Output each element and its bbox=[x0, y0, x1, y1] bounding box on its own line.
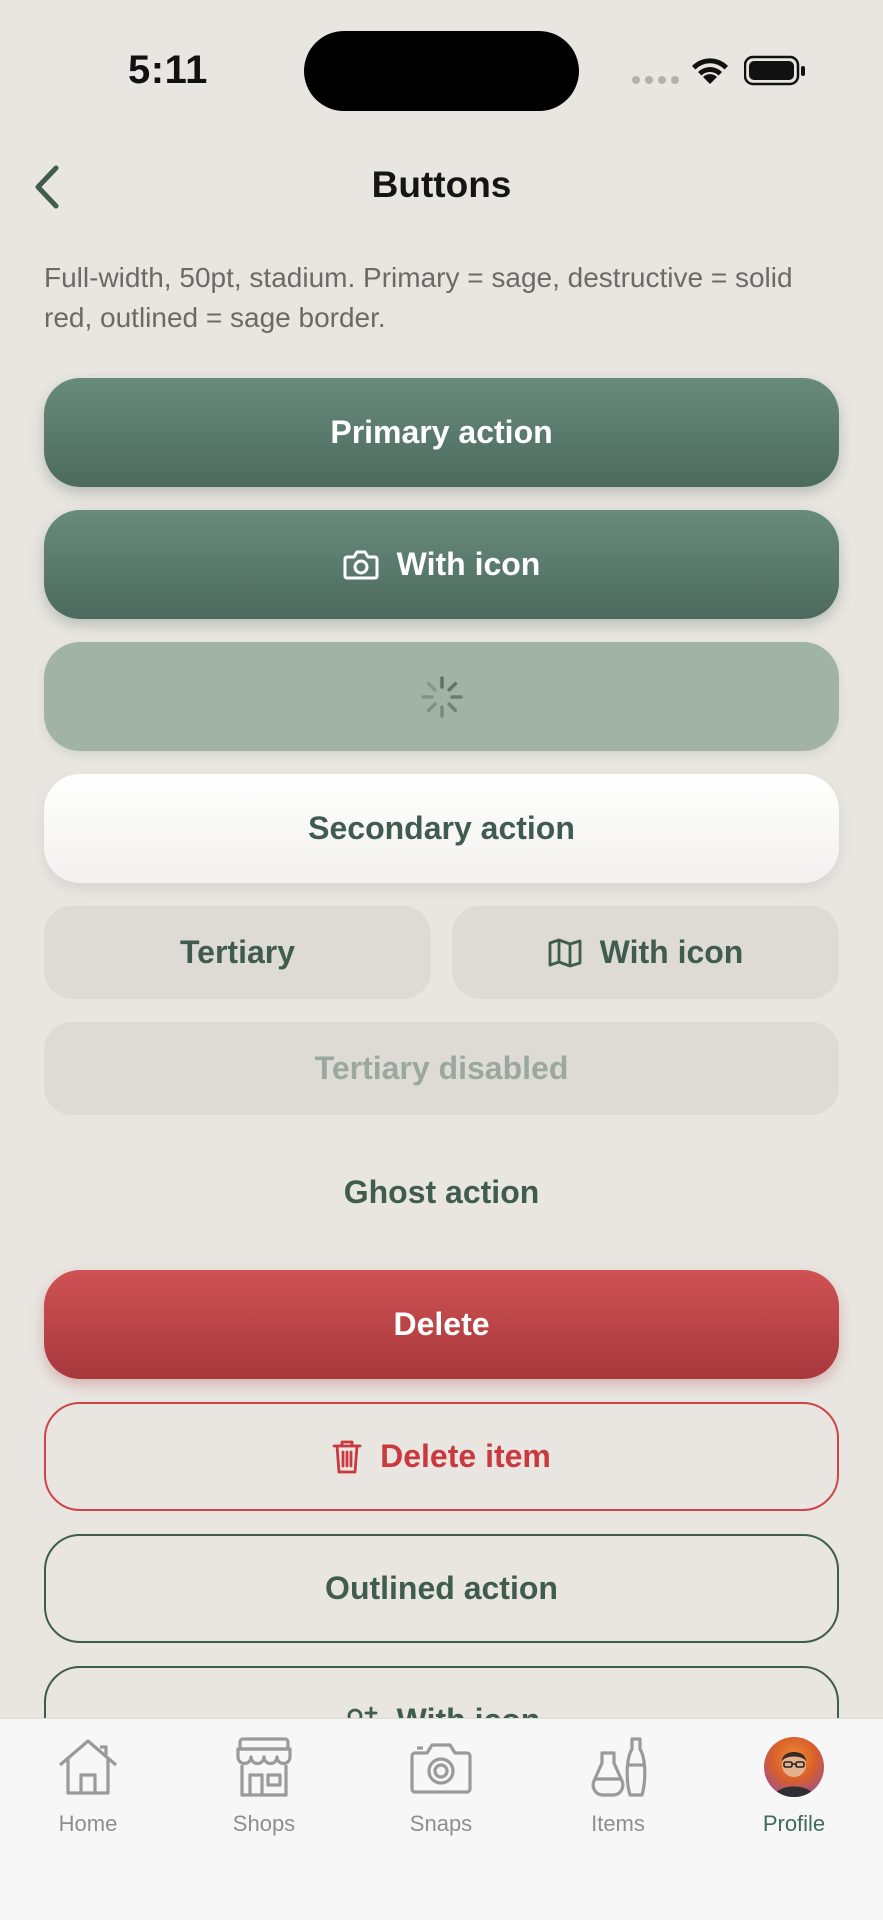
button-label: Delete bbox=[393, 1306, 490, 1342]
navigation-bar: Buttons bbox=[0, 140, 883, 230]
outlined-with-icon-button[interactable]: With icon bbox=[44, 1666, 839, 1718]
delete-button[interactable]: Delete bbox=[44, 1270, 839, 1379]
trash-icon bbox=[332, 1440, 362, 1473]
map-icon bbox=[548, 938, 582, 967]
tab-label: Profile bbox=[762, 1811, 826, 1836]
delete-item-button[interactable]: Delete item bbox=[44, 1402, 839, 1511]
tab-label: Snaps bbox=[409, 1811, 473, 1836]
button-label: Tertiary bbox=[179, 934, 295, 970]
secondary-action-button[interactable]: Secondary action bbox=[44, 774, 839, 883]
button-label: With icon bbox=[396, 546, 541, 582]
button-label: Ghost action bbox=[343, 1174, 540, 1210]
tab-snaps[interactable]: Snaps bbox=[366, 1731, 516, 1861]
description-text: Full-width, 50pt, stadium. Primary = sag… bbox=[44, 262, 793, 333]
tab-label: Items bbox=[591, 1811, 645, 1836]
camera-icon bbox=[343, 550, 379, 579]
button-label: Outlined action bbox=[325, 1570, 558, 1606]
tab-bar: Home Shops Snaps Items Profile bbox=[0, 1718, 883, 1920]
loading-button bbox=[44, 642, 839, 751]
tab-label: Shops bbox=[232, 1811, 296, 1836]
tab-home[interactable]: Home bbox=[13, 1731, 163, 1861]
primary-with-icon-button[interactable]: With icon bbox=[44, 510, 839, 619]
tertiary-disabled-button: Tertiary disabled bbox=[44, 1022, 839, 1115]
tab-profile[interactable]: Profile bbox=[719, 1731, 869, 1861]
button-label: With icon bbox=[397, 1702, 541, 1718]
button-label: Tertiary disabled bbox=[314, 1050, 569, 1086]
button-label: Primary action bbox=[330, 414, 553, 450]
tab-label: Home bbox=[58, 1811, 118, 1836]
camera-icon bbox=[410, 1743, 472, 1794]
ghost-action-button[interactable]: Ghost action bbox=[44, 1138, 839, 1247]
house-icon bbox=[58, 1739, 118, 1795]
avatar bbox=[764, 1737, 824, 1797]
button-label: Secondary action bbox=[308, 810, 575, 846]
primary-action-button[interactable]: Primary action bbox=[44, 378, 839, 487]
add-person-icon bbox=[347, 1706, 378, 1718]
loading-spinner-icon bbox=[420, 675, 463, 718]
storefront-icon bbox=[236, 1737, 292, 1797]
vases-icon bbox=[591, 1737, 647, 1797]
tab-shops[interactable]: Shops bbox=[189, 1731, 339, 1861]
tab-items[interactable]: Items bbox=[543, 1731, 693, 1861]
scroll-content[interactable]: Buttons Full-width, 50pt, stadium. Prima… bbox=[0, 0, 883, 1718]
page-title: Buttons bbox=[371, 164, 512, 205]
tertiary-button[interactable]: Tertiary bbox=[44, 906, 431, 999]
outlined-action-button[interactable]: Outlined action bbox=[44, 1534, 839, 1643]
button-label: Delete item bbox=[380, 1438, 551, 1474]
tertiary-with-icon-button[interactable]: With icon bbox=[452, 906, 839, 999]
button-label: With icon bbox=[599, 934, 744, 970]
